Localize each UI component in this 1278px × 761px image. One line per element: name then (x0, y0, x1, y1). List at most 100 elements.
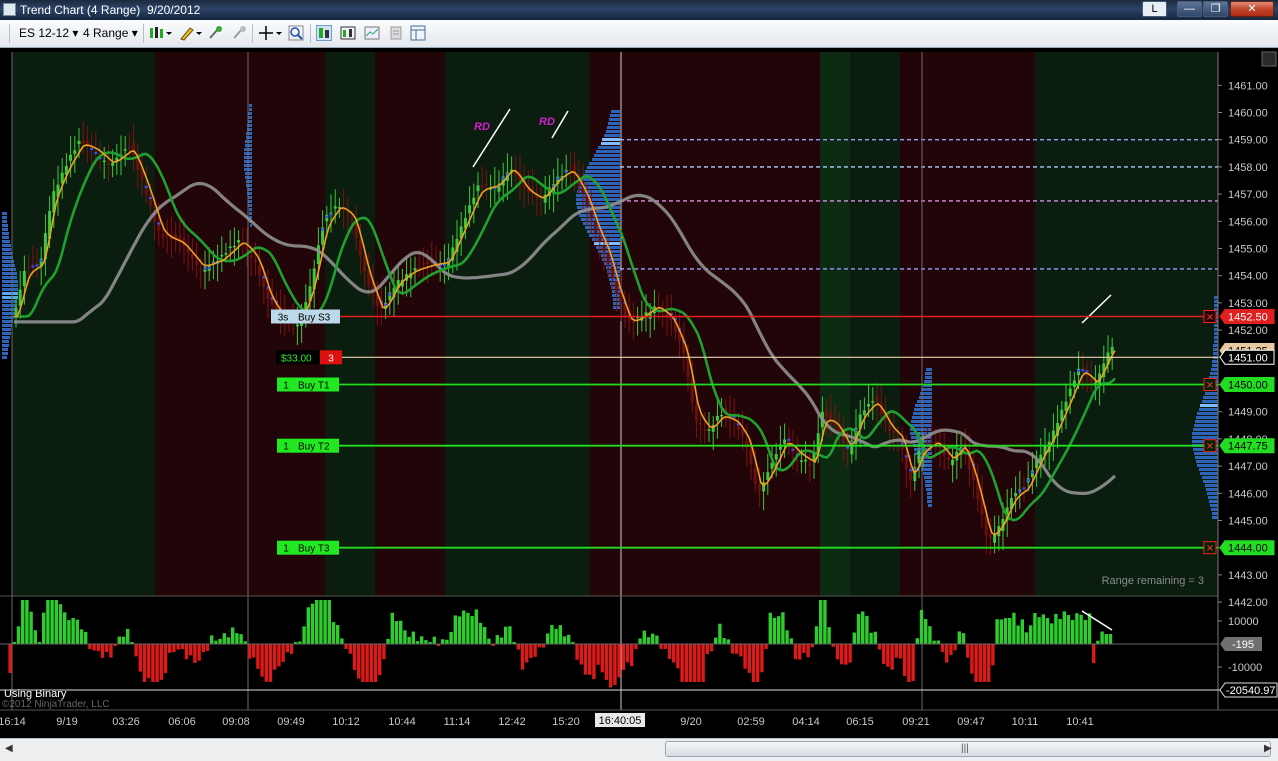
range-remaining-text: Range remaining = 3 (1102, 575, 1204, 587)
histogram-bar (760, 644, 764, 673)
histogram-bar (642, 630, 646, 644)
candle-body (354, 223, 358, 239)
volume-profile-bar (248, 196, 252, 199)
volume-profile-bar (609, 118, 620, 121)
pencil-icon[interactable] (179, 25, 202, 41)
volume-profile-bar (1210, 504, 1218, 507)
period-selector[interactable]: 4 Range ▾ (83, 25, 138, 41)
histogram-bar (88, 644, 92, 650)
time-tick-label: 11:14 (444, 716, 471, 728)
volume-profile-bar (1192, 432, 1218, 435)
volume-profile-bar (2, 312, 15, 315)
histogram-bar (386, 638, 390, 644)
volume-profile-bar (585, 170, 620, 173)
chart-trader-icon[interactable] (340, 25, 356, 41)
histogram-bar (71, 617, 75, 644)
window-title: Trend Chart (4 Range) 9/20/2012 (20, 3, 201, 17)
histogram-bar (903, 644, 907, 676)
volume-profile-bar (2, 272, 17, 275)
histogram-bar (617, 644, 621, 678)
trend-zone (900, 52, 1035, 596)
pin-icon[interactable] (231, 25, 247, 41)
histogram-bar (84, 631, 88, 644)
histogram-bar (588, 644, 592, 675)
volume-profile-bar (610, 114, 620, 117)
volume-profile-bar (1214, 304, 1218, 307)
histogram-bar (16, 626, 21, 644)
histogram-bar (420, 636, 424, 644)
candle-body (245, 246, 249, 250)
histogram-bar (495, 635, 499, 644)
magnet-icon[interactable] (207, 25, 223, 41)
histogram-bar (882, 644, 886, 665)
data-box-icon[interactable] (316, 25, 332, 41)
close-button[interactable]: ✕ (1230, 1, 1274, 17)
volume-profile-bar (246, 184, 252, 187)
histogram-bar (281, 644, 285, 662)
histogram-bar (1071, 619, 1075, 644)
scroll-right-icon[interactable]: ▶ (1264, 743, 1272, 754)
scroll-left-icon[interactable]: ◀ (5, 743, 13, 754)
histogram-bar (159, 644, 163, 680)
volume-profile-bar (594, 154, 620, 157)
histogram-bar (974, 644, 978, 682)
volume-profile-bar (587, 166, 620, 169)
candle-body (480, 185, 484, 188)
histogram-bar (722, 638, 726, 644)
bar-style-icon[interactable] (149, 25, 172, 41)
histogram-bar (730, 644, 735, 654)
histogram-bar (235, 633, 239, 644)
candle-body (988, 534, 992, 538)
volume-profile-bar (1207, 492, 1218, 495)
histogram-bar (369, 644, 373, 682)
volume-profile-bar (2, 352, 8, 355)
zoom-icon[interactable] (288, 25, 304, 41)
volume-profile-bar (611, 110, 620, 113)
histogram-bar (142, 644, 147, 682)
volume-profile-bar (2, 244, 11, 247)
price-tag-label: 1452.50 (1228, 312, 1268, 324)
trend-zone (248, 52, 325, 596)
price-tag-label: 1447.75 (1228, 441, 1268, 453)
scroll-thumb[interactable]: ||| (665, 741, 1271, 757)
volume-profile-bar (1210, 372, 1218, 375)
layout-icon[interactable] (410, 25, 426, 41)
toolbar-separator (143, 24, 144, 43)
histogram-bar (894, 644, 898, 658)
candle-body (228, 246, 232, 249)
candle-body (951, 459, 955, 466)
histogram-bar (226, 637, 231, 644)
chart-panel[interactable]: RD RD Range remaining = 3 Using Binary ©2012… (0, 48, 1278, 760)
candle-body (1077, 368, 1081, 376)
candle-body (127, 147, 131, 149)
print-icon[interactable] (388, 25, 404, 41)
histogram-bar (890, 644, 894, 670)
chart-properties-icon[interactable] (364, 25, 380, 41)
volume-profile-bar (249, 212, 252, 215)
histogram-bar (411, 631, 415, 644)
volume-profile-bar (1212, 516, 1218, 519)
volume-profile-bar (1206, 488, 1218, 491)
histogram-bar (109, 644, 113, 658)
histogram-bar (176, 644, 180, 650)
instrument-selector[interactable]: ES 12-12 ▾ (19, 25, 78, 41)
minimize-button[interactable]: — (1177, 1, 1202, 17)
volume-profile-bar (1195, 420, 1218, 423)
histogram-bar (751, 644, 756, 682)
histogram-bar (8, 644, 12, 673)
volume-profile-bar (927, 500, 932, 503)
histogram-bar (596, 644, 600, 665)
histogram-bar (218, 638, 222, 644)
volume-profile-bar (910, 424, 932, 427)
histogram-bar (180, 644, 184, 650)
crosshair-icon[interactable] (259, 25, 282, 41)
histogram-bar (991, 644, 995, 666)
volume-profile-bar (1214, 328, 1218, 331)
histogram-bar (663, 644, 667, 649)
maximize-button[interactable]: ❐ (1203, 1, 1228, 17)
language-button[interactable]: L (1142, 1, 1167, 17)
toolbar-separator (252, 24, 253, 43)
histogram-bar (630, 644, 634, 667)
horizontal-scrollbar[interactable]: ◀ ||| ▶ (0, 738, 1278, 761)
histogram-bar (953, 644, 957, 651)
